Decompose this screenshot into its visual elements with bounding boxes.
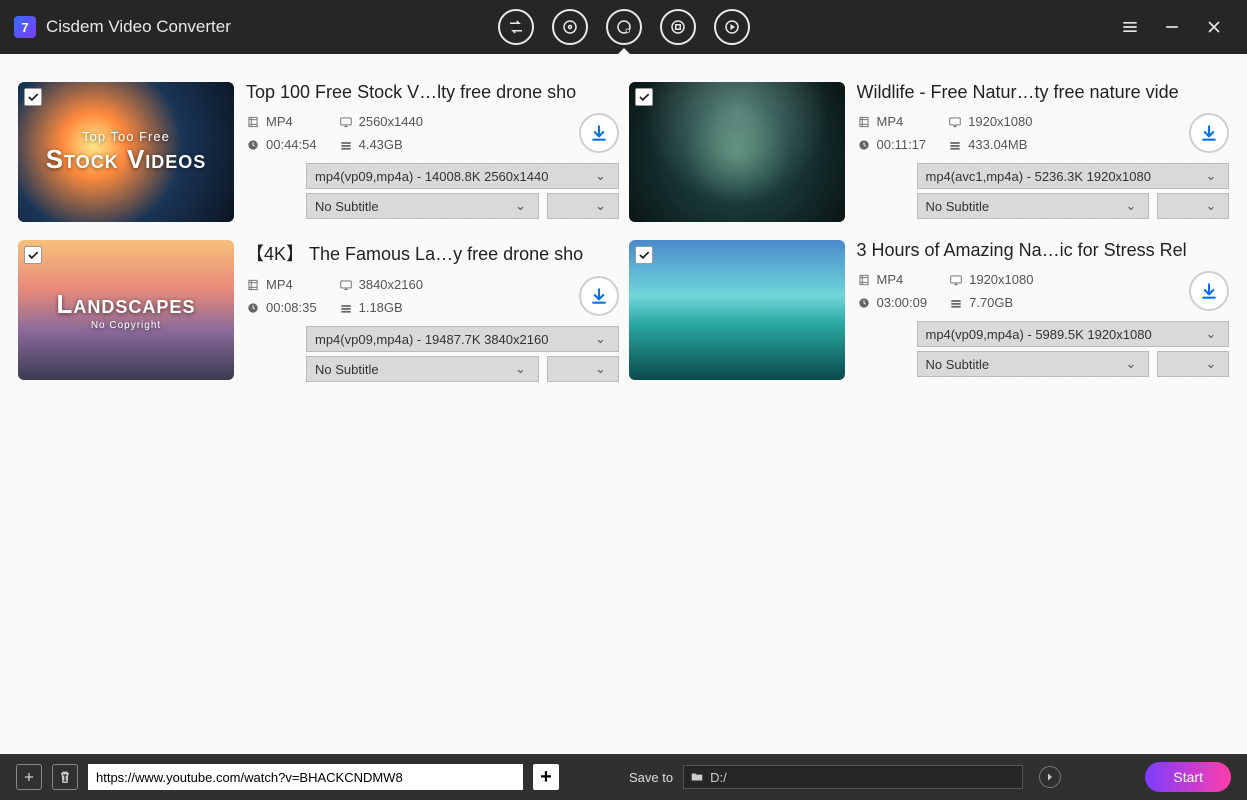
download-button[interactable] [579,276,619,316]
video-thumbnail[interactable]: Landscapes No Copyright [18,240,234,380]
duration-label: 00:44:54 [246,137,317,152]
resolution-label: 1920x1080 [949,272,1033,287]
subtitle-dropdown[interactable]: No Subtitle⌄ [306,193,539,219]
minimize-icon[interactable] [1161,16,1183,38]
download-button[interactable] [1189,113,1229,153]
app-title: Cisdem Video Converter [46,17,231,37]
save-to-label: Save to [629,770,673,785]
browse-folder-button[interactable] [1039,766,1061,788]
chevron-down-icon: ⌄ [592,331,610,347]
chevron-down-icon: ⌄ [512,198,530,214]
chevron-down-icon: ⌄ [592,361,610,377]
resolution-label: 2560x1440 [339,114,423,129]
mode-rip-icon[interactable] [552,9,588,45]
mode-convert-icon[interactable] [498,9,534,45]
chevron-down-icon: ⌄ [1202,326,1220,342]
resolution-label: 1920x1080 [948,114,1032,129]
video-info: 3 Hours of Amazing Na…ic for Stress Rel … [857,240,1230,382]
select-checkbox[interactable] [24,88,42,106]
select-checkbox[interactable] [635,88,653,106]
window-controls [1119,16,1247,38]
chevron-down-icon: ⌄ [1202,356,1220,372]
filesize-label: 1.18GB [339,300,423,315]
container-label: MP4 [857,272,928,287]
filesize-label: 433.04MB [948,137,1032,152]
chevron-down-icon: ⌄ [1202,198,1220,214]
thumb-overlay: Top Too Free Stock Videos [46,129,207,175]
select-checkbox[interactable] [635,246,653,264]
video-title: 【4K】 The Famous La…y free drone sho [246,240,619,266]
chevron-down-icon: ⌄ [512,361,530,377]
titlebar: 7 Cisdem Video Converter [0,0,1247,54]
chevron-down-icon: ⌄ [1122,198,1140,214]
video-card: Top Too Free Stock Videos Top 100 Free S… [18,82,619,222]
subtitle-dropdown[interactable]: No Subtitle⌄ [917,351,1150,377]
chevron-down-icon: ⌄ [1202,168,1220,184]
save-to-path: D:/ [710,770,727,785]
download-button[interactable] [1189,271,1229,311]
url-input[interactable] [88,764,523,790]
video-card: Landscapes No Copyright 【4K】 The Famous … [18,240,619,382]
save-to-field[interactable]: D:/ [683,765,1023,789]
subtitle-extra-dropdown[interactable]: ⌄ [1157,351,1229,377]
video-thumbnail[interactable] [629,82,845,222]
video-info: Wildlife - Free Natur…ty free nature vid… [857,82,1230,222]
container-label: MP4 [246,277,317,292]
app-logo-icon: 7 [14,16,36,38]
container-label: MP4 [246,114,317,129]
resolution-label: 3840x2160 [339,277,423,292]
menu-icon[interactable] [1119,16,1141,38]
video-info: Top 100 Free Stock V…lty free drone sho … [246,82,619,222]
video-thumbnail[interactable]: Top Too Free Stock Videos [18,82,234,222]
add-url-button[interactable]: + [533,764,559,790]
video-list: Top Too Free Stock Videos Top 100 Free S… [0,54,1247,754]
video-title: Top 100 Free Stock V…lty free drone sho [246,82,619,103]
format-dropdown[interactable]: mp4(vp09,mp4a) - 19487.7K 3840x2160⌄ [306,326,619,352]
filesize-label: 7.70GB [949,295,1033,310]
select-checkbox[interactable] [24,246,42,264]
app-brand: 7 Cisdem Video Converter [0,16,231,38]
chevron-down-icon: ⌄ [592,198,610,214]
subtitle-extra-dropdown[interactable]: ⌄ [1157,193,1229,219]
delete-button[interactable] [52,764,78,790]
subtitle-extra-dropdown[interactable]: ⌄ [547,356,619,382]
chevron-down-icon: ⌄ [592,168,610,184]
video-card: Wildlife - Free Natur…ty free nature vid… [629,82,1230,222]
thumb-overlay: Landscapes No Copyright [57,289,196,331]
duration-label: 00:11:17 [857,137,927,152]
bottombar: + Save to D:/ Start [0,754,1247,800]
subtitle-dropdown[interactable]: No Subtitle⌄ [917,193,1150,219]
mode-edit1-icon[interactable] [660,9,696,45]
video-info: 【4K】 The Famous La…y free drone sho MP4 … [246,240,619,382]
video-title: 3 Hours of Amazing Na…ic for Stress Rel [857,240,1230,261]
filesize-label: 4.43GB [339,137,423,152]
mode-edit2-icon[interactable] [714,9,750,45]
duration-label: 00:08:35 [246,300,317,315]
subtitle-extra-dropdown[interactable]: ⌄ [547,193,619,219]
video-title: Wildlife - Free Natur…ty free nature vid… [857,82,1230,103]
subtitle-dropdown[interactable]: No Subtitle⌄ [306,356,539,382]
download-button[interactable] [579,113,619,153]
format-dropdown[interactable]: mp4(vp09,mp4a) - 5989.5K 1920x1080⌄ [917,321,1230,347]
mode-download-icon[interactable] [606,9,642,45]
format-dropdown[interactable]: mp4(avc1,mp4a) - 5236.3K 1920x1080⌄ [917,163,1230,189]
mode-toolbar [498,9,750,45]
chevron-down-icon: ⌄ [1122,356,1140,372]
duration-label: 03:00:09 [857,295,928,310]
video-card: 3 Hours of Amazing Na…ic for Stress Rel … [629,240,1230,382]
container-label: MP4 [857,114,927,129]
video-thumbnail[interactable] [629,240,845,380]
add-file-button[interactable] [16,764,42,790]
close-icon[interactable] [1203,16,1225,38]
start-button[interactable]: Start [1145,762,1231,792]
format-dropdown[interactable]: mp4(vp09,mp4a) - 14008.8K 2560x1440⌄ [306,163,619,189]
